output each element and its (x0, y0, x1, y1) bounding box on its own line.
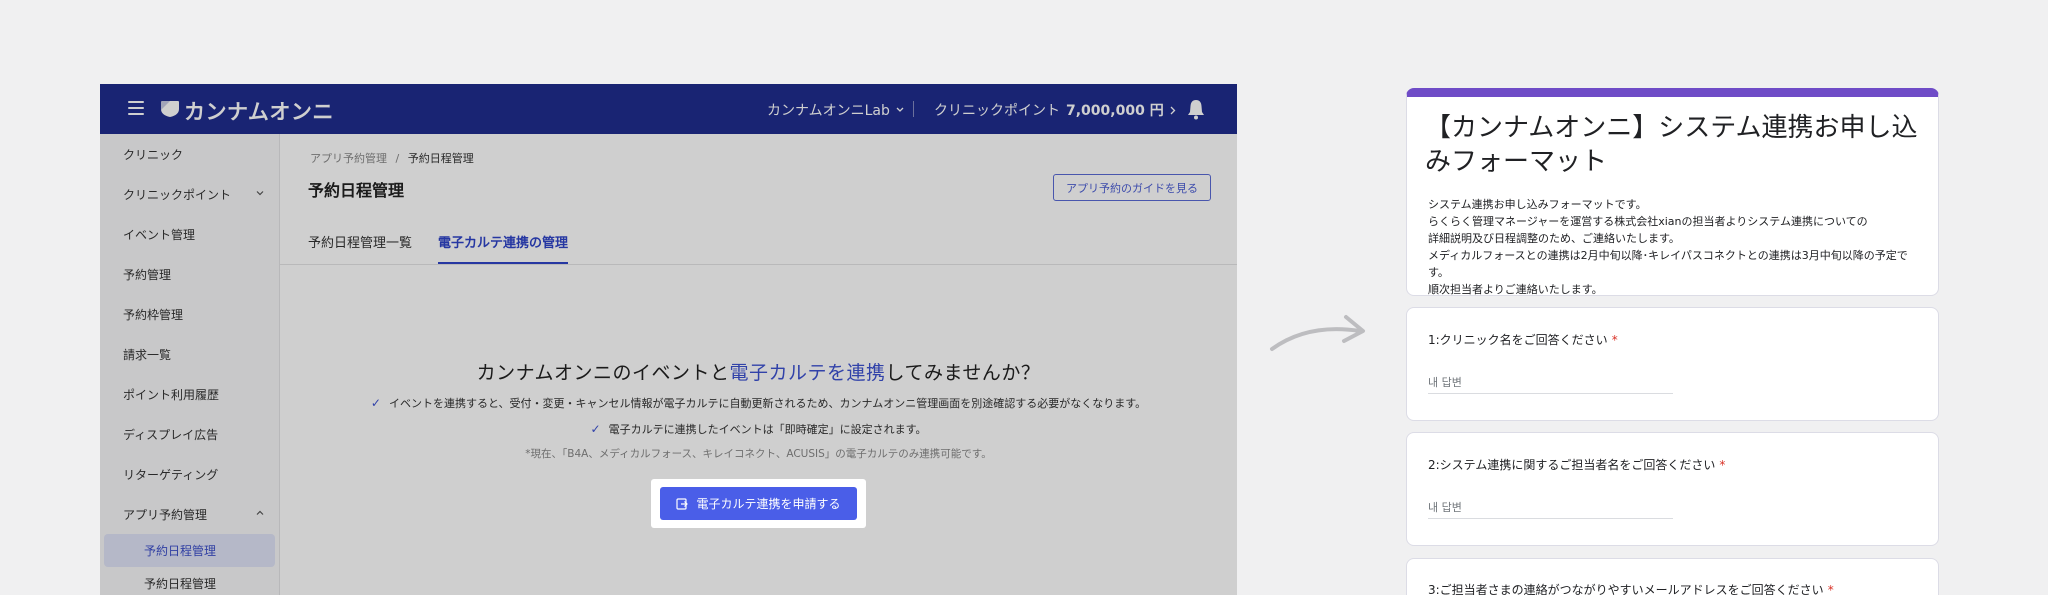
points-label: クリニックポイント (934, 103, 1060, 119)
clinic-switcher[interactable]: カンナムオンニLab (767, 100, 904, 120)
clinic-name-input[interactable]: 내 답변 (1428, 374, 1673, 394)
app-logo-text[interactable]: カンナムオンニ (184, 96, 334, 126)
question-text: 2:システム連携に関するご担当者名をご回答ください (1428, 458, 1716, 472)
flow-arrow-icon (1270, 315, 1365, 351)
form-header-card: 【カンナムオンニ】システム連携お申し込みフォーマット システム連携お申し込みフォ… (1406, 88, 1939, 296)
form-question-card: 3:ご担当者さまの連絡がつながりやすいメールアドレスをご回答ください * (1406, 558, 1939, 595)
sidebar-item-reservation-management[interactable]: 予約管理 (100, 254, 279, 294)
tab-divider (280, 264, 1237, 265)
sidebar-item-label: イベント管理 (123, 227, 196, 242)
question-text: 3:ご担当者さまの連絡がつながりやすいメールアドレスをご回答ください (1428, 583, 1824, 595)
chevron-down-icon (896, 107, 904, 112)
promo-bullet: ✓ イベントを連携すると、受付・変更・キャンセル情報が電子カルテに自動更新される… (280, 395, 1237, 411)
required-asterisk: * (1827, 583, 1834, 595)
form-description: システム連携お申し込みフォーマットです。 らくらく管理マネージャーを運営する株式… (1428, 196, 1928, 296)
chevron-up-icon (256, 510, 264, 515)
headline-highlight: 電子カルテを連携 (729, 362, 886, 384)
sidebar-item-point-history[interactable]: ポイント利用履歴 (100, 374, 279, 414)
sidebar-item-clinic-points[interactable]: クリニックポイント (100, 174, 279, 214)
notification-bell-icon[interactable] (1186, 98, 1206, 120)
check-icon: ✓ (590, 422, 601, 436)
sidebar-item-display-ads[interactable]: ディスプレイ広告 (100, 414, 279, 454)
tab-bar: 予約日程管理一覧 電子カルテ連携の管理 (308, 230, 569, 264)
form-question-card: 1:クリニック名をご回答ください * 내 답변 (1406, 307, 1939, 421)
clinic-name: カンナムオンニLab (767, 103, 890, 119)
sidebar-item-label: クリニック (123, 147, 184, 162)
availability-note: *現在、「B4A、メディカルフォース、キレイコネクト、ACUSIS」の電子カルテ… (525, 448, 992, 460)
sidebar-item-billing-list[interactable]: 請求一覧 (100, 334, 279, 374)
chevron-right-icon (1170, 106, 1176, 114)
breadcrumb-current: 予約日程管理 (407, 152, 474, 165)
clinic-points-link[interactable]: クリニックポイント 7,000,000 円 (934, 100, 1176, 120)
sidebar-item-label: 予約日程管理 (144, 544, 217, 558)
sidebar-item-label: ディスプレイ広告 (123, 427, 219, 442)
sidebar-item-label: 予約枠管理 (123, 307, 184, 322)
question-label: 1:クリニック名をご回答ください * (1428, 331, 1618, 348)
bullet-text: イベントを連携すると、受付・変更・キャンセル情報が電子カルテに自動更新されるため… (388, 397, 1147, 410)
question-label: 2:システム連携に関するご担当者名をご回答ください * (1428, 456, 1725, 473)
form-question-card: 2:システム連携に関するご担当者名をご回答ください * 내 답변 (1406, 432, 1939, 546)
required-asterisk: * (1719, 458, 1726, 472)
tab-emr-integration[interactable]: 電子カルテ連携の管理 (438, 230, 569, 264)
cta-highlight: 電子カルテ連携を申請する (651, 479, 866, 528)
bullet-text: 電子カルテに連携したイベントは「即時確定」に設定されます。 (608, 423, 927, 436)
tab-schedule-list[interactable]: 予約日程管理一覧 (308, 230, 412, 264)
sidebar-item-app-reservation[interactable]: アプリ予約管理 (100, 494, 279, 534)
promo-bullet: ✓ 電子カルテに連携したイベントは「即時確定」に設定されます。 (280, 421, 1237, 437)
promo-headline: カンナムオンニのイベントと電子カルテを連携してみませんか？ (280, 358, 1237, 385)
integration-promo: カンナムオンニのイベントと電子カルテを連携してみませんか？ ✓ イベントを連携す… (280, 358, 1237, 461)
required-asterisk: * (1611, 333, 1618, 347)
form-title: 【カンナムオンニ】システム連携お申し込みフォーマット (1425, 113, 1918, 177)
contact-person-input[interactable]: 내 답변 (1428, 499, 1673, 519)
check-icon: ✓ (370, 396, 381, 410)
apply-emr-integration-button[interactable]: 電子カルテ連携を申請する (660, 487, 857, 520)
points-value: 7,000,000 円 (1066, 103, 1164, 119)
breadcrumb: アプリ予約管理 / 予約日程管理 (310, 150, 474, 166)
form-description-line: 詳細説明及び日程調整のため、ご連絡いたします。 (1428, 232, 1680, 245)
sidebar-item-label: リターゲティング (123, 467, 219, 482)
sidebar-item-event-management[interactable]: イベント管理 (100, 214, 279, 254)
breadcrumb-separator: / (395, 152, 400, 165)
hamburger-menu-icon[interactable] (128, 101, 144, 115)
chevron-down-icon (256, 191, 264, 196)
sidebar-item-label: 予約管理 (123, 267, 172, 282)
sidebar-item-label: クリニックポイント (123, 187, 232, 202)
form-description-line: システム連携お申し込みフォーマットです。 (1428, 198, 1647, 211)
top-navigation-bar: カンナムオンニ カンナムオンニLab クリニックポイント 7,000,000 円 (100, 84, 1237, 134)
sidebar-item-label: 請求一覧 (123, 347, 172, 362)
sidebar: クリニック クリニックポイント イベント管理 予約管理 予約枠管理 請求一覧 ポ… (100, 134, 280, 595)
sidebar-item-clinic[interactable]: クリニック (100, 134, 279, 174)
topbar-divider (913, 101, 914, 117)
sidebar-item-label: アプリ予約管理 (123, 507, 208, 522)
form-description-line: メディカルフォースとの連携は2月中旬以降･キレイパスコネクトとの連携は3月中旬以… (1428, 249, 1908, 279)
reservation-guide-button[interactable]: アプリ予約のガイドを見る (1053, 174, 1211, 201)
sidebar-subitem-schedule[interactable]: 予約日程管理 (104, 567, 275, 595)
question-text: 1:クリニック名をご回答ください (1428, 333, 1608, 347)
logo-mark-icon (161, 101, 179, 117)
external-form-icon (676, 497, 689, 510)
sidebar-item-label: 予約日程管理 (144, 577, 217, 591)
question-label: 3:ご担当者さまの連絡がつながりやすいメールアドレスをご回答ください * (1428, 581, 1834, 595)
form-description-line: 順次担当者よりご連絡いたします。 (1428, 283, 1603, 296)
sidebar-item-label: ポイント利用履歴 (123, 387, 220, 402)
headline-text: カンナムオンニのイベントと (476, 362, 730, 384)
sidebar-item-slot-management[interactable]: 予約枠管理 (100, 294, 279, 334)
headline-text-end: してみませんか？ (885, 362, 1041, 384)
sidebar-subitem-schedule-active[interactable]: 予約日程管理 (104, 534, 275, 567)
cta-label: 電子カルテ連携を申請する (696, 497, 841, 511)
page-title: 予約日程管理 (308, 181, 405, 200)
form-description-line: らくらく管理マネージャーを運営する株式会社xianの担当者よりシステム連携につい… (1428, 215, 1868, 228)
sidebar-item-retargeting[interactable]: リターゲティング (100, 454, 279, 494)
breadcrumb-parent[interactable]: アプリ予約管理 (310, 152, 387, 165)
